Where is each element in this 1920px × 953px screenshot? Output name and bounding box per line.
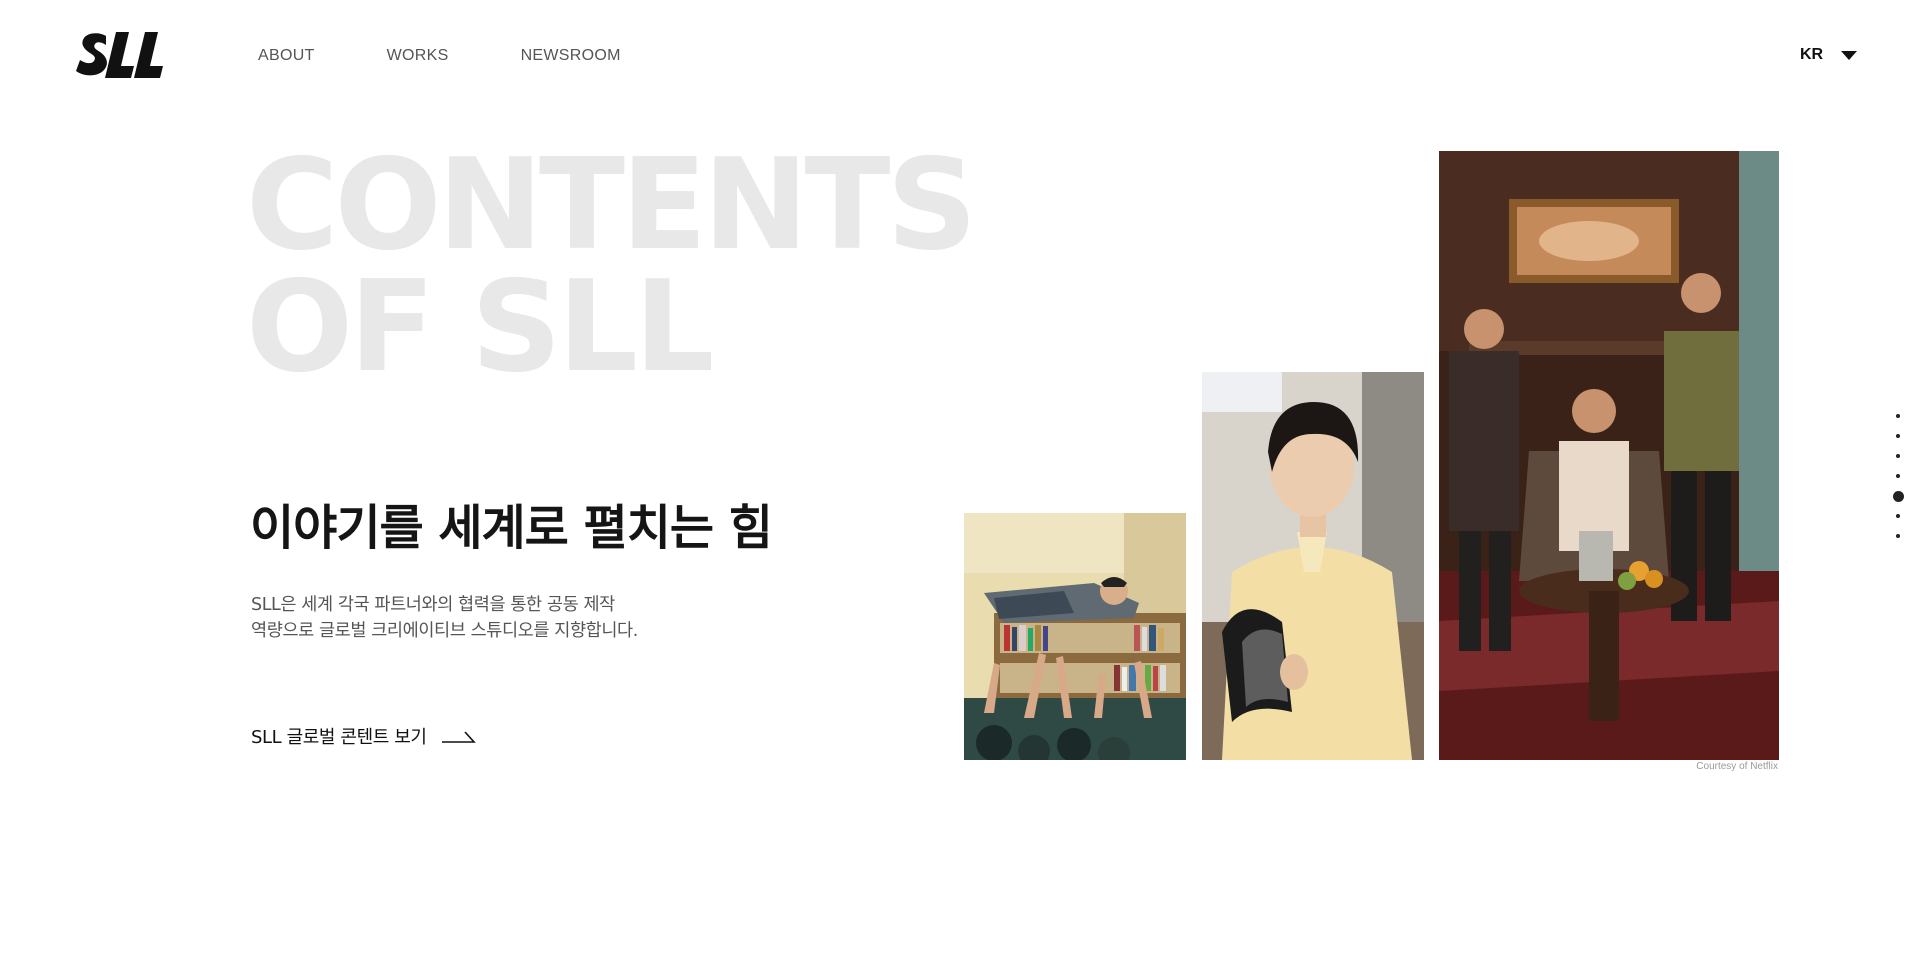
men-in-salon-image[interactable] (1439, 151, 1779, 760)
pagination-dot[interactable] (1896, 434, 1900, 438)
pagination-dot[interactable] (1896, 454, 1900, 458)
hero-title-line2: OF SLL (246, 253, 714, 400)
school-library-illustration (964, 513, 1186, 760)
language-code: KR (1800, 46, 1824, 63)
global-content-link-label: SLL 글로벌 콘텐트 보기 (251, 727, 427, 748)
photo-credit: Courtesy of Netflix (1696, 761, 1778, 772)
description-line2: 역량으로 글로벌 크리에이티브 스튜디오를 지향합니다. (251, 621, 638, 641)
description: SLL은 세계 각국 파트너와의 협력을 통한 공동 제작 역량으로 글로벌 크… (251, 592, 638, 644)
nav-about[interactable]: ABOUT (258, 47, 315, 65)
young-man-reading-image[interactable] (1202, 372, 1424, 760)
main-nav: ABOUT WORKS NEWSROOM (258, 47, 693, 65)
sll-logo-mark (76, 32, 163, 78)
hero-title-line1: CONTENTS (246, 131, 977, 278)
pagination-dot-active[interactable] (1893, 491, 1904, 502)
arrow-right-icon (441, 731, 476, 743)
nav-works[interactable]: WORKS (387, 47, 449, 65)
nav-newsroom[interactable]: NEWSROOM (521, 47, 621, 65)
young-man-reading-illustration (1202, 372, 1424, 760)
school-library-image[interactable] (964, 513, 1186, 760)
pagination-dot[interactable] (1896, 514, 1900, 518)
caret-down-icon (1841, 50, 1858, 60)
page: ABOUT WORKS NEWSROOM KR CONTENTS OF SLL … (0, 0, 1920, 953)
language-selector[interactable]: KR (1800, 46, 1858, 64)
description-line1: SLL은 세계 각국 파트너와의 협력을 통한 공동 제작 (251, 595, 615, 615)
global-content-link[interactable]: SLL 글로벌 콘텐트 보기 (251, 723, 477, 749)
pagination-dot[interactable] (1896, 474, 1900, 478)
men-in-salon-illustration (1439, 151, 1779, 760)
sll-logo[interactable] (76, 30, 180, 80)
headline: 이야기를 세계로 펼치는 힘 (250, 500, 773, 556)
hero-title: CONTENTS OF SLL (246, 131, 977, 400)
pagination-dot[interactable] (1896, 414, 1900, 418)
pagination-dot[interactable] (1896, 534, 1900, 538)
